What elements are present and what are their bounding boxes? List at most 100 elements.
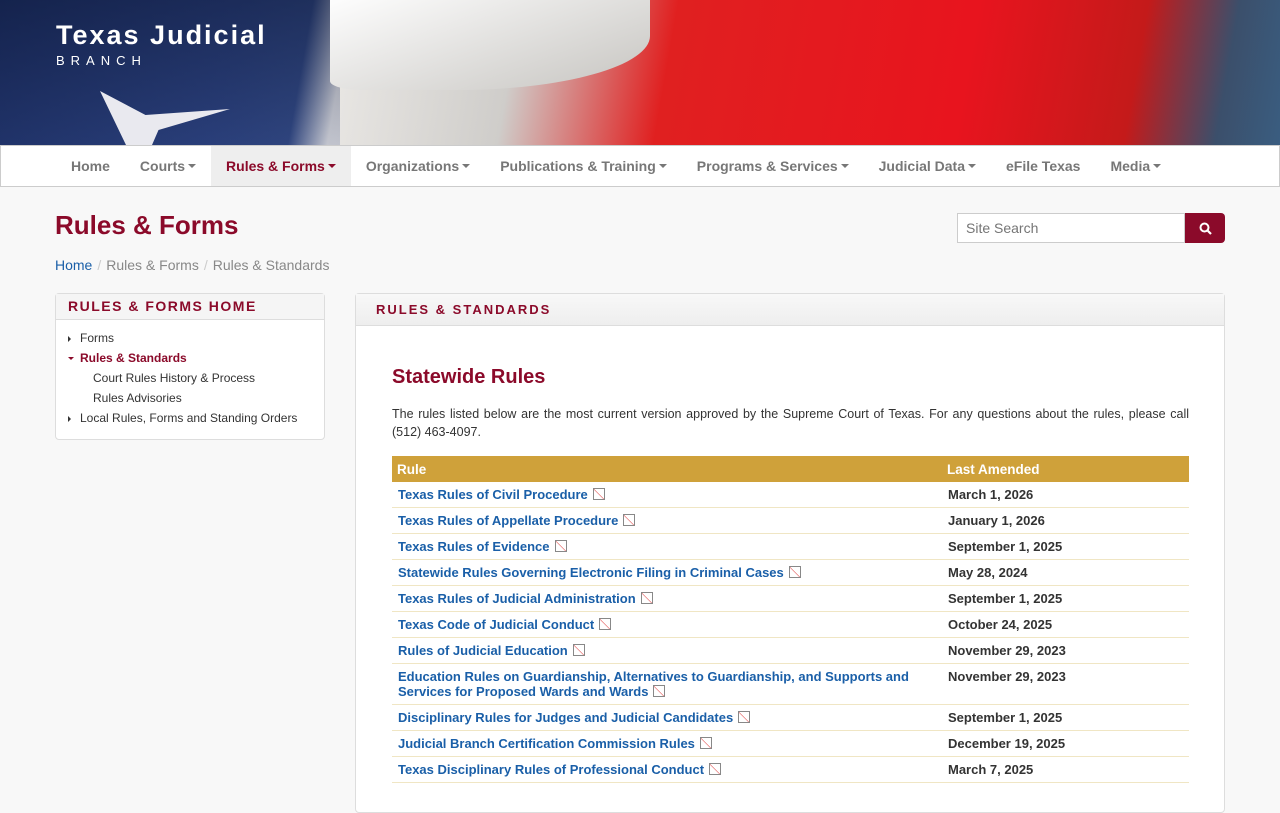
last-amended-cell: September 1, 2025 <box>942 586 1189 612</box>
last-amended-cell: May 28, 2024 <box>942 560 1189 586</box>
page-title: Rules & Forms <box>55 210 239 241</box>
pdf-icon[interactable] <box>709 763 721 775</box>
nav-item-rules-forms[interactable]: Rules & Forms <box>211 146 351 186</box>
nav-item-media[interactable]: Media <box>1095 146 1176 186</box>
nav-item-judicial-data[interactable]: Judicial Data <box>864 146 991 186</box>
search-input[interactable] <box>957 213 1185 243</box>
pdf-icon[interactable] <box>789 566 801 578</box>
breadcrumb-rules-forms[interactable]: Rules & Forms <box>106 257 199 273</box>
nav-item-courts[interactable]: Courts <box>125 146 211 186</box>
rule-link[interactable]: Texas Disciplinary Rules of Professional… <box>398 762 704 777</box>
rule-link[interactable]: Texas Rules of Evidence <box>398 539 550 554</box>
caret-down-icon <box>68 348 80 368</box>
sidebar-item-label: Local Rules, Forms and Standing Orders <box>80 411 297 425</box>
table-row: Texas Rules of Evidence September 1, 2025 <box>392 534 1189 560</box>
nav-item-efile-texas[interactable]: eFile Texas <box>991 146 1095 186</box>
rule-cell: Statewide Rules Governing Electronic Fil… <box>392 560 942 586</box>
last-amended-cell: November 29, 2023 <box>942 664 1189 705</box>
pdf-icon[interactable] <box>599 618 611 630</box>
rule-link[interactable]: Disciplinary Rules for Judges and Judici… <box>398 710 733 725</box>
table-row: Rules of Judicial EducationNovember 29, … <box>392 638 1189 664</box>
last-amended-cell: September 1, 2025 <box>942 534 1189 560</box>
nav-item-label: Rules & Forms <box>226 158 325 174</box>
pdf-icon[interactable] <box>593 488 605 500</box>
nav-item-label: Organizations <box>366 158 459 174</box>
caret-down-icon <box>841 164 849 168</box>
pdf-icon[interactable] <box>653 685 665 697</box>
sidebar-item-court-rules-history[interactable]: Court Rules History & Process <box>68 368 312 388</box>
search-icon <box>1199 222 1212 235</box>
breadcrumb: Home/Rules & Forms/Rules & Standards <box>55 257 329 273</box>
caret-right-icon <box>68 408 80 428</box>
rule-cell: Texas Rules of Civil Procedure <box>392 482 942 508</box>
table-row: Texas Rules of Civil Procedure March 1, 2… <box>392 482 1189 508</box>
table-row: Texas Disciplinary Rules of Professional… <box>392 757 1189 783</box>
breadcrumb-current: Rules & Standards <box>213 257 330 273</box>
last-amended-cell: September 1, 2025 <box>942 705 1189 731</box>
pdf-icon[interactable] <box>555 540 567 552</box>
nav-item-label: Programs & Services <box>697 158 838 174</box>
rule-link[interactable]: Texas Rules of Civil Procedure <box>398 487 588 502</box>
rule-link[interactable]: Texas Code of Judicial Conduct <box>398 617 594 632</box>
rule-cell: Texas Rules of Judicial Administration <box>392 586 942 612</box>
section-heading: Statewide Rules <box>392 366 545 389</box>
nav-item-label: Courts <box>140 158 185 174</box>
rule-cell: Texas Rules of Appellate Procedure <box>392 508 942 534</box>
rule-link[interactable]: Texas Rules of Judicial Administration <box>398 591 636 606</box>
sidebar-item-label: Forms <box>80 331 114 345</box>
search-button[interactable] <box>1185 213 1225 243</box>
caret-down-icon <box>328 164 336 168</box>
header-banner: Texas Judicial BRANCH <box>0 0 1280 145</box>
caret-right-icon <box>68 328 80 348</box>
pdf-icon[interactable] <box>623 514 635 526</box>
site-logo[interactable]: Texas Judicial BRANCH <box>56 20 267 68</box>
sidebar-item-rules-advisories[interactable]: Rules Advisories <box>68 388 312 408</box>
intro-text: The rules listed below are the most curr… <box>392 405 1189 441</box>
table-row: Texas Rules of Appellate Procedure Januar… <box>392 508 1189 534</box>
column-header-last-amended: Last Amended <box>942 456 1189 482</box>
nav-item-label: eFile Texas <box>1006 158 1080 174</box>
last-amended-cell: March 7, 2025 <box>942 757 1189 783</box>
content-panel: RULES & STANDARDS Statewide Rules The ru… <box>355 293 1225 813</box>
logo-subtitle: BRANCH <box>56 53 267 68</box>
rule-cell: Disciplinary Rules for Judges and Judici… <box>392 705 942 731</box>
rule-link[interactable]: Statewide Rules Governing Electronic Fil… <box>398 565 784 580</box>
nav-item-label: Home <box>71 158 110 174</box>
nav-item-label: Judicial Data <box>879 158 965 174</box>
nav-item-label: Media <box>1110 158 1150 174</box>
table-row: Judicial Branch Certification Commission… <box>392 731 1189 757</box>
caret-down-icon <box>659 164 667 168</box>
nav-item-programs-services[interactable]: Programs & Services <box>682 146 864 186</box>
pdf-icon[interactable] <box>700 737 712 749</box>
table-row: Texas Code of Judicial ConductOctober 24… <box>392 612 1189 638</box>
rule-cell: Education Rules on Guardianship, Alterna… <box>392 664 942 705</box>
rule-link[interactable]: Texas Rules of Appellate Procedure <box>398 513 618 528</box>
table-row: Texas Rules of Judicial Administration Se… <box>392 586 1189 612</box>
pdf-icon[interactable] <box>738 711 750 723</box>
sidebar-title[interactable]: RULES & FORMS HOME <box>56 294 324 320</box>
sidebar-item-rules-standards[interactable]: Rules & Standards <box>68 348 312 368</box>
rule-link[interactable]: Judicial Branch Certification Commission… <box>398 736 695 751</box>
pdf-icon[interactable] <box>573 644 585 656</box>
nav-item-label: Publications & Training <box>500 158 656 174</box>
last-amended-cell: January 1, 2026 <box>942 508 1189 534</box>
nav-item-publications-training[interactable]: Publications & Training <box>485 146 682 186</box>
rule-cell: Texas Rules of Evidence <box>392 534 942 560</box>
nav-item-home[interactable]: Home <box>56 146 125 186</box>
rule-cell: Judicial Branch Certification Commission… <box>392 731 942 757</box>
rule-cell: Texas Code of Judicial Conduct <box>392 612 942 638</box>
rule-link[interactable]: Rules of Judicial Education <box>398 643 568 658</box>
nav-item-organizations[interactable]: Organizations <box>351 146 485 186</box>
last-amended-cell: March 1, 2026 <box>942 482 1189 508</box>
table-row: Statewide Rules Governing Electronic Fil… <box>392 560 1189 586</box>
sidebar-item-label: Rules Advisories <box>93 391 182 405</box>
pdf-icon[interactable] <box>641 592 653 604</box>
caret-down-icon <box>188 164 196 168</box>
sidebar-item-forms[interactable]: Forms <box>68 328 312 348</box>
table-row: Education Rules on Guardianship, Alterna… <box>392 664 1189 705</box>
sidebar-item-local-rules[interactable]: Local Rules, Forms and Standing Orders <box>68 408 312 428</box>
main-nav: Home Courts Rules & Forms Organizations Publ… <box>0 145 1280 187</box>
breadcrumb-home[interactable]: Home <box>55 257 92 273</box>
sidebar-item-label: Rules & Standards <box>80 351 187 365</box>
logo-title: Texas Judicial <box>56 20 267 51</box>
